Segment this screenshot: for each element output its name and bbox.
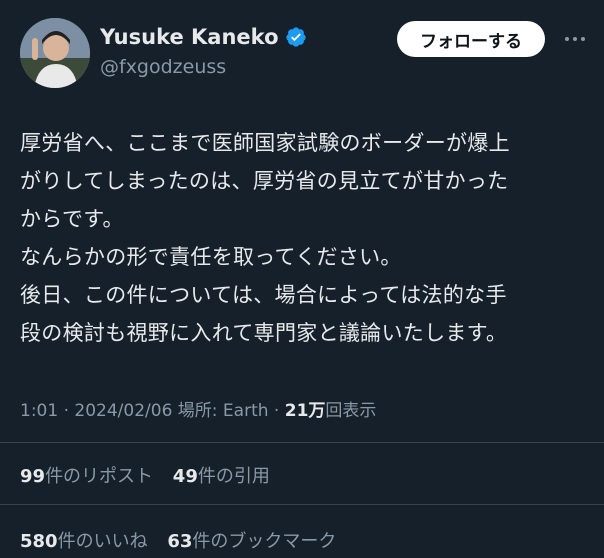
tweet-header: Yusuke Kaneko @fxgodzeuss フォローする bbox=[20, 18, 590, 88]
author-display-name[interactable]: Yusuke Kaneko bbox=[100, 23, 279, 51]
tweet-line: がりしてしまったのは、厚労省の見立てが甘かった bbox=[20, 169, 509, 193]
stats-row-reposts: 99件のリポスト 49件の引用 bbox=[20, 462, 284, 488]
likes-stat[interactable]: 580件のいいね bbox=[20, 531, 148, 552]
tweet-line: 段の検討も視野に入れて専門家と議論いたします。 bbox=[20, 321, 508, 345]
author-names: Yusuke Kaneko @fxgodzeuss bbox=[100, 23, 307, 81]
reposts-label: 件のリポスト bbox=[45, 466, 154, 487]
tweet-meta: 1:01 · 2024/02/06 場所: Earth · 21万回表示 bbox=[20, 396, 376, 421]
tweet-line: 後日、この件については、場合によっては法的な手 bbox=[20, 283, 507, 307]
author-handle[interactable]: @fxgodzeuss bbox=[100, 53, 307, 81]
tweet-date[interactable]: 2024/02/06 bbox=[74, 401, 172, 421]
quotes-stat[interactable]: 49件の引用 bbox=[173, 466, 270, 487]
more-dot bbox=[573, 37, 577, 41]
bookmarks-stat[interactable]: 63件のブックマーク bbox=[167, 531, 336, 552]
avatar-image bbox=[20, 18, 90, 88]
more-dot bbox=[565, 37, 569, 41]
follow-button[interactable]: フォローする bbox=[397, 21, 545, 57]
views-label: 回表示 bbox=[325, 401, 377, 421]
tweet-line: 厚労省へ、ここまで医師国家試験のボーダーが爆上 bbox=[20, 131, 510, 155]
meta-separator: · bbox=[268, 401, 285, 421]
more-dot bbox=[581, 37, 585, 41]
likes-label: 件のいいね bbox=[57, 531, 148, 552]
bookmarks-count: 63 bbox=[167, 531, 193, 552]
verified-badge-icon bbox=[285, 26, 307, 48]
divider bbox=[0, 442, 604, 443]
stats-row-likes: 580件のいいね 63件のブックマーク bbox=[20, 527, 350, 553]
author-display-name-row: Yusuke Kaneko bbox=[100, 23, 307, 51]
reposts-count: 99 bbox=[20, 466, 46, 487]
meta-separator: · bbox=[58, 401, 75, 421]
quotes-label: 件の引用 bbox=[197, 466, 270, 487]
reposts-stat[interactable]: 99件のリポスト bbox=[20, 466, 153, 487]
more-options-icon[interactable] bbox=[560, 28, 590, 50]
tweet-line: からです。 bbox=[20, 207, 124, 231]
likes-count: 580 bbox=[20, 531, 58, 552]
avatar[interactable] bbox=[20, 18, 90, 88]
tweet-time[interactable]: 1:01 bbox=[20, 401, 58, 421]
tweet-line: なんらかの形で責任を取ってください。 bbox=[20, 245, 402, 269]
tweet-location: 場所: Earth bbox=[177, 401, 269, 421]
views-count: 21万 bbox=[284, 401, 326, 421]
bookmarks-label: 件のブックマーク bbox=[192, 531, 337, 552]
divider bbox=[0, 504, 604, 505]
tweet-text: 厚労省へ、ここまで医師国家試験のボーダーが爆上 がりしてしまったのは、厚労省の見… bbox=[20, 124, 590, 352]
quotes-count: 49 bbox=[172, 466, 198, 487]
